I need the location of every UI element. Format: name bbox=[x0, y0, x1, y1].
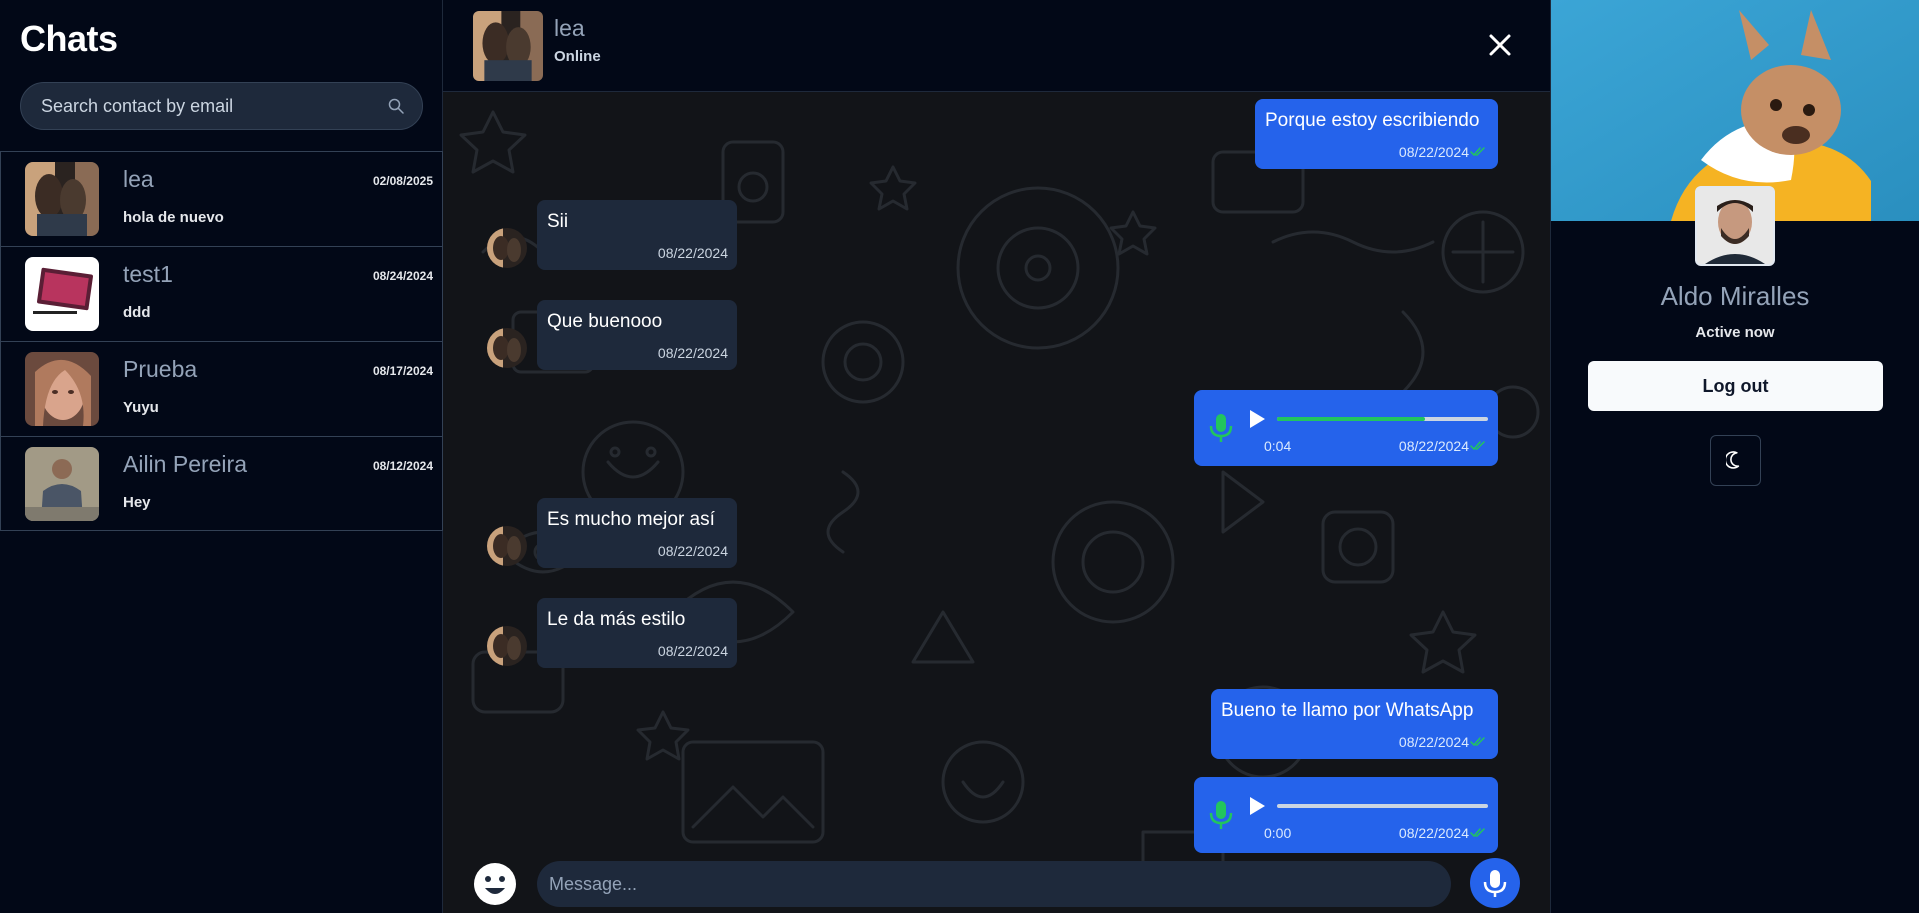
contact-name: Ailin Pereira bbox=[123, 451, 247, 477]
contact-name: lea bbox=[554, 15, 585, 41]
message-text: Es mucho mejor así bbox=[547, 509, 715, 530]
audio-progress-fill bbox=[1277, 417, 1425, 421]
chat-list: lea 02/08/2025 hola de nuevo test1 08/24… bbox=[0, 151, 443, 531]
message-time: 08/22/2024 bbox=[1398, 734, 1469, 750]
audio-progress-track[interactable] bbox=[1277, 804, 1488, 808]
search-icon[interactable] bbox=[388, 98, 404, 114]
chat-item-ailin-pereira[interactable]: Ailin Pereira 08/12/2024 Hey bbox=[0, 436, 443, 531]
audio-progress-track[interactable] bbox=[1277, 417, 1488, 421]
contact-avatar bbox=[25, 447, 99, 521]
moon-icon bbox=[1726, 451, 1740, 469]
microphone-icon bbox=[1209, 414, 1233, 442]
contact-avatar bbox=[25, 352, 99, 426]
sidebar-title: Chats bbox=[20, 18, 118, 59]
message-time: 08/22/2024 bbox=[1398, 825, 1469, 841]
read-ticks-icon bbox=[1470, 441, 1485, 451]
audio-duration: 0:04 bbox=[1264, 438, 1292, 454]
chat-item-test1[interactable]: test1 08/24/2024 ddd bbox=[0, 246, 443, 341]
message-composer bbox=[443, 855, 1550, 913]
profile-panel: Aldo Miralles Active now Log out bbox=[1551, 0, 1919, 913]
chat-date: 08/24/2024 bbox=[372, 269, 433, 283]
user-avatar[interactable] bbox=[1695, 186, 1775, 266]
message-time: 08/22/2024 bbox=[1398, 438, 1469, 454]
outgoing-audio-message: 0:00 08/22/2024 bbox=[1194, 777, 1498, 853]
contact-avatar bbox=[25, 162, 99, 236]
outgoing-audio-message: 0:04 08/22/2024 bbox=[1194, 390, 1498, 466]
chats-sidebar: Chats lea 02/08/2025 hola de nuevo test1… bbox=[0, 0, 443, 913]
sender-avatar bbox=[487, 626, 527, 666]
logout-button[interactable]: Log out bbox=[1588, 361, 1883, 411]
conversation-panel: lea Online Porque estoy escribiendo 08/2… bbox=[443, 0, 1551, 913]
last-message-preview: Yuyu bbox=[123, 399, 159, 416]
message-text: Que buenooo bbox=[547, 311, 663, 332]
message-meta: 08/22/2024 bbox=[1399, 438, 1486, 454]
chat-item-prueba[interactable]: Prueba 08/17/2024 Yuyu bbox=[0, 341, 443, 436]
sender-avatar bbox=[487, 228, 527, 268]
message-time: 08/22/2024 bbox=[657, 345, 728, 361]
play-icon[interactable] bbox=[1247, 795, 1267, 817]
message-meta: 08/22/2024 bbox=[1399, 825, 1486, 841]
message-time: 08/22/2024 bbox=[657, 245, 728, 261]
message-time: 08/22/2024 bbox=[657, 543, 728, 559]
message-text: Le da más estilo bbox=[547, 609, 686, 630]
contact-avatar[interactable] bbox=[473, 11, 543, 81]
conversation-header: lea Online bbox=[443, 0, 1550, 92]
close-icon[interactable] bbox=[1487, 32, 1513, 58]
message-text: Bueno te llamo por WhatsApp bbox=[1221, 700, 1474, 721]
message-text: Porque estoy escribiendo bbox=[1265, 110, 1480, 131]
chat-date: 02/08/2025 bbox=[372, 174, 433, 188]
sender-avatar bbox=[487, 526, 527, 566]
contact-status: Online bbox=[554, 48, 601, 65]
audio-duration: 0:00 bbox=[1264, 825, 1292, 841]
last-message-preview: Hey bbox=[123, 494, 151, 511]
incoming-message[interactable]: Que buenooo 08/22/2024 bbox=[537, 300, 737, 370]
user-status: Active now bbox=[1695, 324, 1775, 341]
emoji-icon[interactable] bbox=[473, 862, 517, 906]
play-icon[interactable] bbox=[1247, 408, 1267, 430]
chat-date: 08/17/2024 bbox=[372, 364, 433, 378]
search-bar bbox=[20, 82, 423, 130]
contact-avatar bbox=[25, 257, 99, 331]
message-meta: 08/22/2024 bbox=[1399, 144, 1486, 160]
last-message-preview: ddd bbox=[123, 304, 151, 321]
chat-item-lea[interactable]: lea 02/08/2025 hola de nuevo bbox=[0, 151, 443, 246]
user-name: Aldo Miralles bbox=[1660, 281, 1810, 311]
read-ticks-icon bbox=[1470, 737, 1485, 747]
message-time: 08/22/2024 bbox=[1398, 144, 1469, 160]
microphone-icon bbox=[1209, 801, 1233, 829]
outgoing-message[interactable]: Bueno te llamo por WhatsApp 08/22/2024 bbox=[1211, 689, 1498, 759]
outgoing-message[interactable]: Porque estoy escribiendo 08/22/2024 bbox=[1255, 99, 1498, 169]
contact-name: Prueba bbox=[123, 356, 198, 382]
last-message-preview: hola de nuevo bbox=[123, 209, 224, 226]
read-ticks-icon bbox=[1470, 828, 1485, 838]
microphone-icon bbox=[1483, 870, 1507, 897]
record-audio-button[interactable] bbox=[1470, 858, 1520, 908]
message-input[interactable] bbox=[537, 861, 1451, 907]
contact-name: test1 bbox=[123, 261, 173, 287]
chat-date: 08/12/2024 bbox=[372, 459, 433, 473]
theme-toggle-button[interactable] bbox=[1710, 435, 1761, 486]
incoming-message[interactable]: Sii 08/22/2024 bbox=[537, 200, 737, 270]
sender-avatar bbox=[487, 328, 527, 368]
incoming-message[interactable]: Es mucho mejor así 08/22/2024 bbox=[537, 498, 737, 568]
contact-name: lea bbox=[123, 166, 154, 192]
message-text: Sii bbox=[547, 211, 569, 232]
message-time: 08/22/2024 bbox=[657, 643, 728, 659]
search-input[interactable] bbox=[41, 83, 371, 129]
message-meta: 08/22/2024 bbox=[1399, 734, 1486, 750]
read-ticks-icon bbox=[1470, 147, 1485, 157]
incoming-message[interactable]: Le da más estilo 08/22/2024 bbox=[537, 598, 737, 668]
